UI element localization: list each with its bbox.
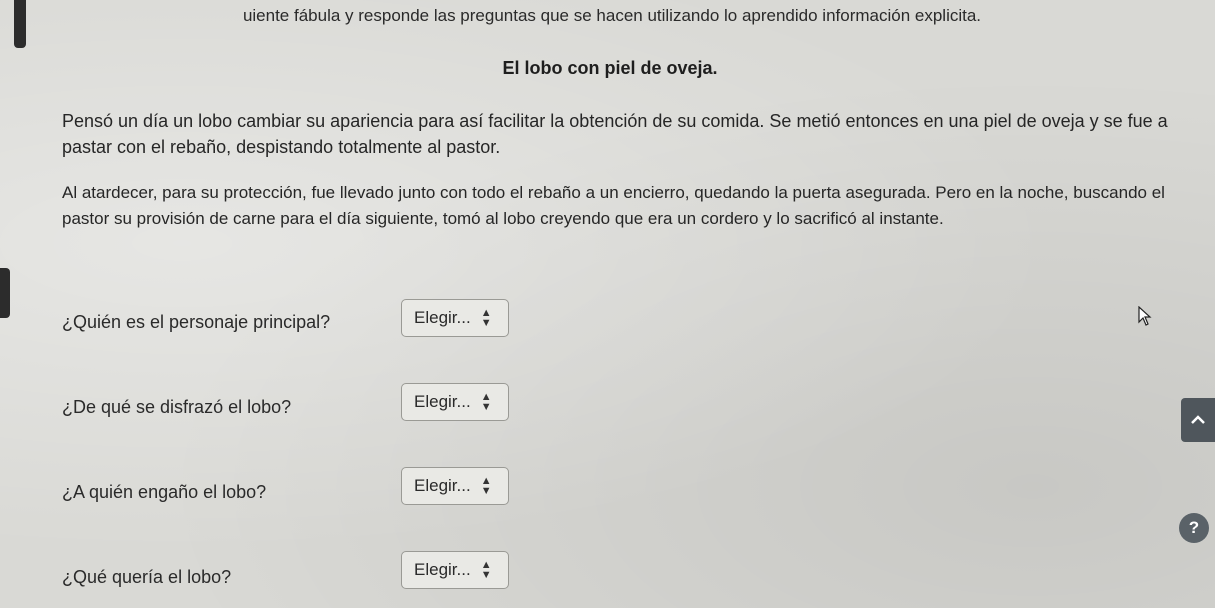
question-label: ¿Qué quería el lobo? xyxy=(62,567,232,587)
story-title: El lobo con piel de oveja. xyxy=(502,58,718,78)
sort-arrows-icon: ▲ ▼ xyxy=(480,307,492,329)
story-paragraph: Al atardecer, para su protección, fue ll… xyxy=(62,183,1165,228)
story-paragraph: Pensó un día un lobo cambiar su aparienc… xyxy=(62,111,1168,157)
left-edge-bar xyxy=(14,0,26,48)
question-icon: ? xyxy=(1188,518,1200,537)
sort-arrows-icon: ▲ ▼ xyxy=(480,391,492,413)
question-label: ¿A quién engaño el lobo? xyxy=(62,482,267,502)
question-label: ¿Quién es el personaje principal? xyxy=(62,312,331,332)
sort-arrows-icon: ▲ ▼ xyxy=(480,475,492,497)
sort-arrows-icon: ▲ ▼ xyxy=(480,559,492,581)
answer-select[interactable]: Elegir... ▲ ▼ xyxy=(401,299,509,337)
select-value: Elegir... xyxy=(414,476,471,495)
left-edge-tab xyxy=(0,268,10,318)
mouse-pointer-icon xyxy=(1138,306,1152,326)
instruction-text: uiente fábula y responde las preguntas q… xyxy=(242,6,982,25)
answer-select[interactable]: Elegir... ▲ ▼ xyxy=(401,383,509,421)
answer-select[interactable]: Elegir... ▲ ▼ xyxy=(401,467,509,505)
question-label: ¿De qué se disfrazó el lobo? xyxy=(62,397,292,417)
answer-select[interactable]: Elegir... ▲ ▼ xyxy=(401,551,509,589)
select-value: Elegir... xyxy=(414,308,471,327)
help-button[interactable]: ? xyxy=(1179,513,1209,543)
chevron-up-icon xyxy=(1191,415,1205,424)
select-value: Elegir... xyxy=(414,560,471,579)
scroll-to-top-button[interactable] xyxy=(1181,398,1215,442)
select-value: Elegir... xyxy=(414,392,471,411)
background-glare xyxy=(0,0,1215,608)
